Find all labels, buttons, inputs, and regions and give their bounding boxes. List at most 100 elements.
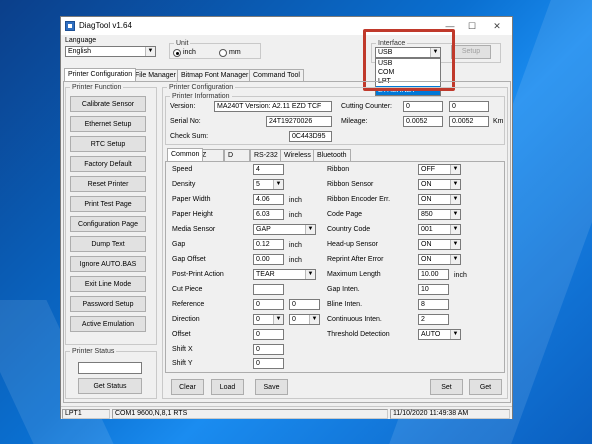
printer-function-caption: Printer Function [70,83,124,92]
chevron-down-icon: ▼ [305,225,315,234]
reference-field-1[interactable]: 0 [253,299,284,310]
serial-label: Serial No: [170,118,201,125]
tab-bitmap-font-manager[interactable]: Bitmap Font Manager [177,69,253,81]
unit-caption: Unit [174,39,191,48]
reset-printer-button[interactable]: Reset Printer [70,176,146,192]
get-button[interactable]: Get [469,379,502,395]
paper-height-label: Paper Height [172,211,213,218]
cut-piece-label: Cut Piece [172,286,203,293]
calibrate-sensor-button[interactable]: Calibrate Sensor [70,96,146,112]
shift-x-field[interactable]: 0 [253,344,284,355]
cutting-counter-label: Cutting Counter: [341,103,392,110]
ethernet-setup-button[interactable]: Ethernet Setup [70,116,146,132]
setup-button[interactable]: Setup [451,45,491,59]
paper-width-label: Paper Width [172,196,211,203]
ribbon-encoder-label: Ribbon Encoder Err. [327,196,391,203]
get-status-button[interactable]: Get Status [78,378,142,394]
threshold-label: Threshold Detection [327,331,390,338]
max-length-field[interactable]: 10.00 [418,269,449,280]
subtab-d[interactable]: D [224,149,250,161]
language-value: English [68,48,91,55]
rtc-setup-button[interactable]: RTC Setup [70,136,146,152]
gap-inten-field[interactable]: 10 [418,284,449,295]
code-page-select[interactable]: 850 ▼ [418,209,461,220]
shift-y-field[interactable]: 0 [253,358,284,369]
status-datetime: 11/10/2020 11:49:38 AM [390,409,510,419]
ribbon-select[interactable]: OFF ▼ [418,164,461,175]
chevron-down-icon: ▼ [450,195,460,204]
dump-text-button[interactable]: Dump Text [70,236,146,252]
headup-sensor-select[interactable]: ON ▼ [418,239,461,250]
speed-field[interactable]: 4 [253,164,284,175]
speed-label: Speed [172,166,193,173]
app-icon [65,21,75,31]
direction-value-1: 0 [256,316,260,323]
ribbon-encoder-select[interactable]: ON ▼ [418,194,461,205]
serial-field: 24T19270026 [266,116,332,127]
tab-file-manager[interactable]: File Manager [131,69,180,81]
media-sensor-value: GAP [256,226,271,233]
continuous-inten-field[interactable]: 2 [418,314,449,325]
gap-field[interactable]: 0.12 [253,239,284,250]
subtab-common[interactable]: Common [167,148,204,161]
save-button[interactable]: Save [255,379,288,395]
maximize-button[interactable]: ☐ [461,19,483,33]
close-button[interactable]: ✕ [486,19,508,33]
continuous-inten-label: Continuous Inten. [327,316,382,323]
printer-configuration-caption: Printer Configuration [167,83,236,92]
subtab-rs232[interactable]: RS-232 [250,149,282,161]
ribbon-label: Ribbon [327,166,350,173]
cutting-counter-field-2: 0 [449,101,489,112]
reprint-select[interactable]: ON ▼ [418,254,461,265]
printer-status-caption: Printer Status [70,347,117,356]
chevron-down-icon: ▼ [145,47,155,56]
paper-height-unit: inch [289,212,302,219]
unit-mm-radio[interactable] [219,49,227,57]
gap-offset-field[interactable]: 0.00 [253,254,284,265]
password-setup-button[interactable]: Password Setup [70,296,146,312]
post-print-select[interactable]: TEAR ▼ [253,269,316,280]
status-com: COM1 9600,N,8,1 RTS [112,409,388,419]
unit-inch-radio[interactable] [173,49,181,57]
code-page-value: 850 [421,211,433,218]
configuration-page-button[interactable]: Configuration Page [70,216,146,232]
direction-select-1[interactable]: 0 ▼ [253,314,284,325]
paper-width-field[interactable]: 4.06 [253,194,284,205]
offset-field[interactable]: 0 [253,329,284,340]
chevron-down-icon: ▼ [305,270,315,279]
clear-button[interactable]: Clear [171,379,204,395]
exit-line-mode-button[interactable]: Exit Line Mode [70,276,146,292]
media-sensor-select[interactable]: GAP ▼ [253,224,316,235]
subtab-bluetooth[interactable]: Bluetooth [313,149,351,161]
bline-inten-label: Bline Inten. [327,301,363,308]
reprint-label: Reprint After Error [327,256,384,263]
threshold-value: AUTO [421,331,441,338]
cut-piece-field[interactable] [253,284,284,295]
print-test-page-button[interactable]: Print Test Page [70,196,146,212]
reference-label: Reference [172,301,205,308]
direction-select-2[interactable]: 0 ▼ [289,314,320,325]
active-emulation-button[interactable]: Active Emulation [70,316,146,332]
paper-width-unit: inch [289,197,302,204]
mileage-field-2: 0.0052 [449,116,489,127]
language-select[interactable]: English ▼ [65,46,156,57]
unit-inch-label: inch [183,49,196,56]
max-length-label: Maximum Length [327,271,381,278]
density-select[interactable]: 5 ▼ [253,179,284,190]
country-code-select[interactable]: 001 ▼ [418,224,461,235]
gap-offset-label: Gap Offset [172,256,206,263]
cutting-counter-field-1: 0 [403,101,443,112]
tab-printer-configuration[interactable]: Printer Configuration [64,68,137,81]
shift-y-label: Shift Y [172,360,193,367]
set-button[interactable]: Set [430,379,463,395]
bline-inten-field[interactable]: 8 [418,299,449,310]
tab-command-tool[interactable]: Command Tool [249,69,304,81]
paper-height-field[interactable]: 6.03 [253,209,284,220]
subtab-wireless[interactable]: Wireless [280,149,315,161]
reference-field-2[interactable]: 0 [289,299,320,310]
threshold-select[interactable]: AUTO ▼ [418,329,461,340]
load-button[interactable]: Load [211,379,244,395]
ignore-autobas-button[interactable]: Ignore AUTO.BAS [70,256,146,272]
ribbon-sensor-select[interactable]: ON ▼ [418,179,461,190]
factory-default-button[interactable]: Factory Default [70,156,146,172]
